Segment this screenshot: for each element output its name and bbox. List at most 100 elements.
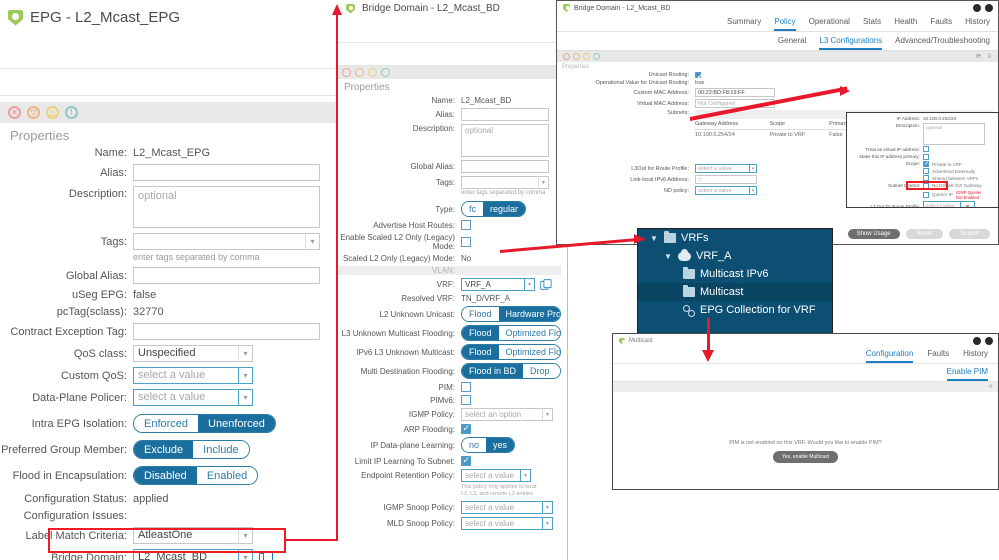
- l3um-option-flood[interactable]: Flood: [462, 326, 499, 340]
- md-option-flood-in-encap[interactable]: Flood in Encapsulation: [556, 364, 560, 378]
- tab-history[interactable]: History: [965, 17, 990, 31]
- ipv6l3um-option-optimized-flood[interactable]: Optimized Flood: [498, 345, 560, 359]
- critical-fault-icon[interactable]: ✕: [8, 106, 21, 119]
- make-primary-checkbox[interactable]: [923, 153, 929, 160]
- custom-qos-value[interactable]: select a value: [133, 367, 238, 384]
- qos-class-value[interactable]: Unspecified: [133, 345, 238, 362]
- ip-dp-learning-toggle[interactable]: no yes: [461, 437, 516, 453]
- reset-button[interactable]: Reset: [905, 229, 944, 239]
- pimv6-checkbox[interactable]: [461, 395, 471, 405]
- preferred-group-option-include[interactable]: Include: [193, 441, 249, 458]
- help-icon[interactable]: [985, 4, 993, 12]
- enable-scaled-l2-checkbox[interactable]: [461, 237, 471, 247]
- enable-multicast-button[interactable]: Yes, enable Multicast: [772, 451, 839, 463]
- l3out-route-profile-select[interactable]: select a value ▾: [695, 164, 757, 173]
- tags-input[interactable]: [133, 233, 305, 250]
- help-icon[interactable]: [985, 337, 993, 345]
- md-option-flood-in-bd[interactable]: Flood in BD: [462, 364, 524, 378]
- major-fault-icon[interactable]: ▽: [27, 106, 40, 119]
- col-gateway-address[interactable]: Gateway Address: [695, 121, 770, 127]
- bd-global-alias-input[interactable]: [461, 160, 549, 173]
- ipv6l3um-option-flood[interactable]: Flood: [462, 345, 499, 359]
- subtab-l3-configurations[interactable]: L3 Configurations: [819, 36, 883, 50]
- minor-fault-icon[interactable]: [368, 68, 377, 77]
- contract-exception-input[interactable]: [133, 323, 320, 340]
- export-icon[interactable]: ⇩: [987, 53, 992, 60]
- subtab-general[interactable]: General: [778, 36, 806, 50]
- qos-class-select[interactable]: Unspecified ▾: [133, 345, 253, 362]
- critical-fault-icon[interactable]: [342, 68, 351, 77]
- warning-fault-icon[interactable]: !: [65, 106, 78, 119]
- igmp-snoop-select[interactable]: select a value ▾: [461, 501, 553, 514]
- alias-input[interactable]: [133, 164, 320, 181]
- refresh-icon[interactable]: ⟳: [976, 53, 981, 60]
- tab-faults[interactable]: Faults: [930, 17, 952, 31]
- major-fault-icon[interactable]: [355, 68, 364, 77]
- tab-configuration[interactable]: Configuration: [865, 349, 914, 363]
- l2uu-option-flood[interactable]: Flood: [462, 307, 499, 321]
- bd-description-input[interactable]: optional: [461, 124, 549, 157]
- chevron-down-icon[interactable]: ▾: [238, 367, 253, 384]
- dlg-l3out-route-profile-value[interactable]: select a value: [923, 201, 960, 207]
- nd-policy-value[interactable]: select a value: [695, 186, 749, 195]
- subtab-advanced-troubleshooting[interactable]: Advanced/Troubleshooting: [895, 36, 990, 50]
- advertise-host-routes-checkbox[interactable]: [461, 220, 471, 230]
- bd-tags-input[interactable]: [461, 176, 538, 189]
- ipdpl-option-no[interactable]: no: [462, 438, 487, 452]
- arp-flooding-checkbox[interactable]: [461, 423, 471, 434]
- chevron-down-icon[interactable]: ▾: [542, 517, 553, 530]
- mld-snoop-value[interactable]: select a value: [461, 517, 542, 530]
- scope-private-to-vrf-checkbox[interactable]: [923, 161, 929, 167]
- col-scope[interactable]: Scope: [770, 121, 830, 127]
- nd-policy-select[interactable]: select a value ▾: [695, 186, 757, 195]
- warning-fault-icon[interactable]: [593, 53, 600, 60]
- intra-epg-option-enforced[interactable]: Enforced: [134, 415, 199, 432]
- flood-encap-toggle[interactable]: Disabled Enabled: [133, 466, 259, 485]
- info-icon[interactable]: [973, 337, 981, 345]
- l2uu-option-hardware-proxy[interactable]: Hardware Proxy: [498, 307, 560, 321]
- data-plane-policer-value[interactable]: select a value: [133, 389, 238, 406]
- flood-encap-option-enabled[interactable]: Enabled: [196, 467, 258, 484]
- scope-advertised-externally-checkbox[interactable]: [923, 168, 929, 174]
- minor-fault-icon[interactable]: △: [46, 106, 59, 119]
- bd-alias-input[interactable]: [461, 108, 549, 121]
- chevron-down-icon[interactable]: ▾: [238, 389, 253, 406]
- tags-select[interactable]: ▾: [133, 233, 320, 250]
- subtab-enable-pim[interactable]: Enable PIM: [946, 367, 988, 381]
- chevron-down-icon[interactable]: ▾: [749, 164, 757, 173]
- flood-encap-option-disabled[interactable]: Disabled: [134, 467, 197, 484]
- endpoint-retention-value[interactable]: select a value: [461, 469, 520, 482]
- intra-epg-toggle[interactable]: Enforced Unenforced: [133, 414, 276, 433]
- open-vrf-icon[interactable]: [540, 279, 552, 290]
- link-local-input[interactable]: ::: [695, 175, 757, 184]
- major-fault-icon[interactable]: [573, 53, 580, 60]
- bd-type-option-fc[interactable]: fc: [462, 202, 484, 216]
- show-usage-button[interactable]: Show Usage: [847, 229, 900, 239]
- igmp-policy-value[interactable]: select an option: [461, 408, 542, 421]
- unicast-routing-checkbox[interactable]: [695, 71, 704, 82]
- submit-button[interactable]: Submit: [949, 229, 990, 239]
- minor-fault-icon[interactable]: [583, 53, 590, 60]
- mld-snoop-select[interactable]: select a value ▾: [461, 517, 553, 530]
- refresh-icon[interactable]: ⟳: [989, 384, 993, 390]
- description-input[interactable]: optional: [133, 186, 320, 228]
- tab-stats[interactable]: Stats: [863, 17, 881, 31]
- bd-vrf-select[interactable]: VRF_A ▾: [461, 278, 535, 291]
- treat-as-virtual-ip-checkbox[interactable]: [923, 146, 929, 152]
- chevron-down-icon[interactable]: ▾: [524, 278, 535, 291]
- info-icon[interactable]: [973, 4, 981, 12]
- chevron-down-icon[interactable]: ▾: [238, 345, 253, 362]
- tree-item-multicast[interactable]: Multicast: [638, 283, 832, 301]
- pim-checkbox[interactable]: [461, 382, 471, 392]
- chevron-down-icon[interactable]: ▾: [542, 408, 553, 421]
- tree-item-epg-collection-for-vrf[interactable]: EPG Collection for VRF: [638, 301, 832, 319]
- bd-type-toggle[interactable]: fc regular: [461, 201, 527, 217]
- ipdpl-option-yes[interactable]: yes: [486, 438, 515, 452]
- chevron-down-icon[interactable]: ▼: [664, 252, 673, 261]
- igmp-policy-select[interactable]: select an option ▾: [461, 408, 553, 421]
- dlg-description-input[interactable]: optional: [923, 122, 985, 145]
- tab-policy[interactable]: Policy: [774, 17, 796, 31]
- multi-dest-toggle[interactable]: Flood in BD Drop Flood in Encapsulation: [461, 363, 561, 379]
- bd-tags-select[interactable]: ▾: [461, 176, 549, 189]
- chevron-down-icon[interactable]: ▾: [520, 469, 531, 482]
